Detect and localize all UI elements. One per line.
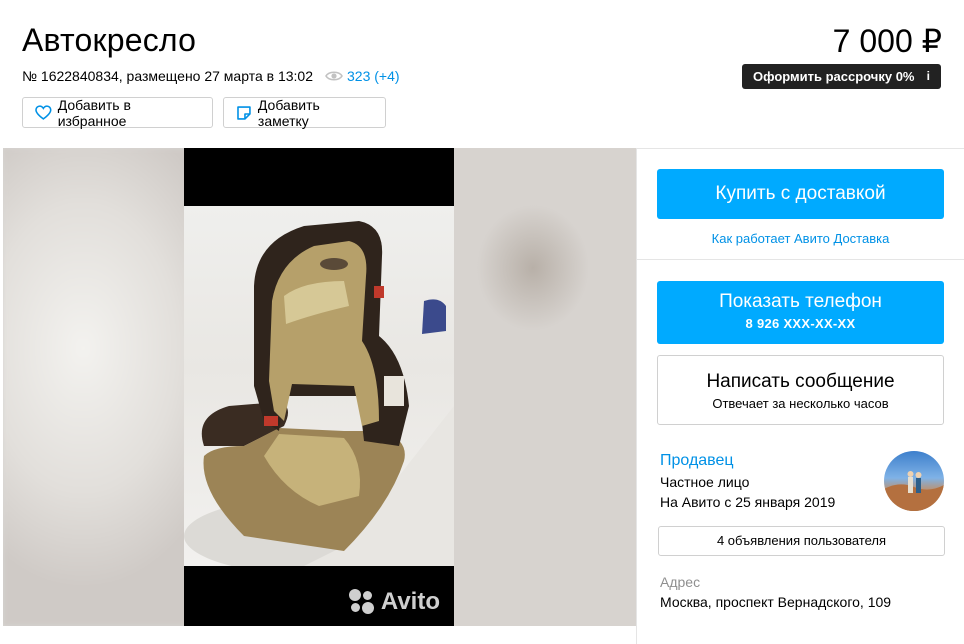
avito-logo-icon (348, 589, 375, 615)
listing-meta: № 1622840834, размещено 27 марта в 13:02… (22, 68, 400, 84)
avito-watermark-text: Avito (380, 588, 440, 615)
seller-since: На Авито с 25 января 2019 (660, 494, 836, 510)
add-to-favorites-label: Добавить в избранное (57, 96, 131, 129)
gallery-blurred-background-right (453, 148, 636, 626)
price: 7 000 ₽ (832, 23, 942, 59)
installment-label: Оформить рассрочку 0% (753, 69, 915, 84)
seller-link[interactable]: Продавец (660, 452, 734, 470)
eye-icon (325, 71, 343, 81)
user-ads-button[interactable]: 4 объявления пользователя (658, 526, 945, 556)
listing-title: Автокресло (22, 22, 197, 58)
write-message-label: Написать сообщение (706, 371, 895, 392)
sidebar-divider-top (637, 148, 964, 149)
buy-with-delivery-button[interactable]: Купить с доставкой (657, 169, 944, 219)
photo-gallery[interactable]: Avito (3, 148, 636, 626)
note-icon (237, 105, 251, 120)
write-message-button[interactable]: Написать сообщение Отвечает за несколько… (657, 355, 944, 425)
add-note-label: Добавить заметку (257, 96, 320, 129)
sidebar-divider-mid (637, 259, 964, 260)
column-divider (636, 148, 637, 644)
listing-id-date: № 1622840834, размещено 27 марта в 13:02 (22, 68, 313, 84)
heart-icon (35, 105, 52, 120)
car-seat-image (184, 221, 454, 566)
avito-watermark: Avito (348, 588, 440, 616)
info-icon[interactable]: i (927, 69, 930, 83)
seller-avatar[interactable] (884, 451, 944, 511)
seller-type: Частное лицо (660, 474, 750, 490)
show-phone-button[interactable]: Показать телефон 8 926 XXX-XX-XX (657, 281, 944, 344)
show-phone-label: Показать телефон (719, 291, 882, 312)
delivery-info-link[interactable]: Как работает Авито Доставка (657, 231, 944, 246)
add-to-favorites-button[interactable]: Добавить в избранное (22, 96, 213, 129)
car-seat-photo (184, 206, 454, 566)
views-count[interactable]: 323 (+4) (347, 68, 400, 84)
address-label: Адрес (660, 574, 701, 590)
address-value: Москва, проспект Вернадского, 109 (660, 594, 892, 610)
main-photo[interactable]: Avito (184, 148, 454, 626)
phone-number: 8 926 XXX-XX-XX (745, 316, 856, 331)
response-time: Отвечает за несколько часов (712, 396, 889, 411)
add-note-button[interactable]: Добавить заметку (223, 96, 386, 129)
installment-button[interactable]: Оформить рассрочку 0% i (742, 64, 941, 89)
